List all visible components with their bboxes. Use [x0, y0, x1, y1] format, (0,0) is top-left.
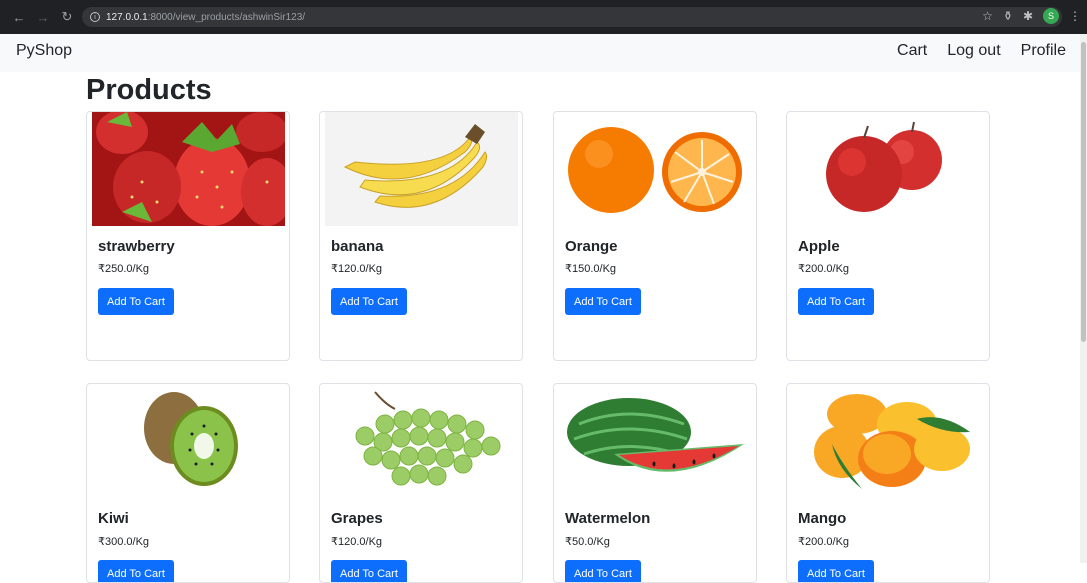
mango-image [792, 384, 985, 498]
profile-avatar[interactable]: S [1043, 8, 1059, 24]
address-bar[interactable]: i 127.0.0.1:8000/view_products/ashwinSir… [82, 7, 1062, 27]
brand-link[interactable]: PyShop [16, 42, 72, 60]
nav-link-logout[interactable]: Log out [947, 42, 1000, 60]
product-name: Orange [565, 238, 618, 255]
product-price: ₹200.0/Kg [798, 536, 850, 548]
url-path: :8000/view_products/ashwinSir123/ [147, 11, 306, 23]
puzzle-extensions-icon[interactable]: ✱ [1023, 9, 1033, 23]
nav-link-cart[interactable]: Cart [897, 42, 927, 60]
product-card: Orange ₹150.0/Kg Add To Cart [553, 111, 757, 361]
product-price: ₹200.0/Kg [798, 263, 850, 275]
product-name: banana [331, 238, 384, 255]
reload-icon[interactable]: ↻ [56, 6, 78, 28]
product-card: Grapes ₹120.0/Kg Add To Cart [319, 383, 523, 583]
kiwi-image [92, 384, 285, 498]
product-price: ₹250.0/Kg [98, 263, 150, 275]
product-name: Kiwi [98, 510, 129, 527]
add-to-cart-button[interactable]: Add To Cart [331, 288, 407, 315]
product-price: ₹150.0/Kg [565, 263, 617, 275]
orange-image [559, 112, 752, 226]
back-arrow-icon[interactable]: ← [8, 6, 30, 28]
nav-links: Cart Log out Profile [897, 42, 1066, 60]
browser-toolbar: ← → ↻ i 127.0.0.1:8000/view_products/ash… [0, 0, 1087, 34]
menu-dots-icon[interactable]: ⋮ [1069, 9, 1081, 23]
page-scrollbar[interactable] [1080, 34, 1087, 563]
apple-image [792, 112, 985, 226]
product-card: Kiwi ₹300.0/Kg Add To Cart [86, 383, 290, 583]
product-card: Mango ₹200.0/Kg Add To Cart [786, 383, 990, 583]
product-price: ₹50.0/Kg [565, 536, 610, 548]
url-host: 127.0.0.1 [106, 11, 148, 23]
product-name: Apple [798, 238, 840, 255]
scrollbar-thumb[interactable] [1081, 42, 1086, 342]
add-to-cart-button[interactable]: Add To Cart [98, 288, 174, 315]
add-to-cart-button[interactable]: Add To Cart [565, 288, 641, 315]
product-price: ₹300.0/Kg [98, 536, 150, 548]
strawberry-image [92, 112, 285, 226]
page-title: Products [86, 74, 212, 106]
product-price: ₹120.0/Kg [331, 263, 383, 275]
nav-link-profile[interactable]: Profile [1021, 42, 1066, 60]
grapes-image [325, 384, 518, 498]
add-to-cart-button[interactable]: Add To Cart [798, 560, 874, 582]
product-name: Grapes [331, 510, 383, 527]
product-name: Watermelon [565, 510, 651, 527]
add-to-cart-button[interactable]: Add To Cart [98, 560, 174, 582]
add-to-cart-button[interactable]: Add To Cart [331, 560, 407, 582]
product-card: Apple ₹200.0/Kg Add To Cart [786, 111, 990, 361]
product-name: Mango [798, 510, 847, 527]
add-to-cart-button[interactable]: Add To Cart [565, 560, 641, 582]
product-card: banana ₹120.0/Kg Add To Cart [319, 111, 523, 361]
site-info-icon[interactable]: i [90, 12, 100, 22]
forward-arrow-icon[interactable]: → [32, 6, 54, 28]
product-card: strawberry ₹250.0/Kg Add To Cart [86, 111, 290, 361]
browser-actions: ☆ ⚱ ✱ S ⋮ [982, 8, 1081, 24]
product-card: Watermelon ₹50.0/Kg Add To Cart [553, 383, 757, 583]
product-name: strawberry [98, 238, 175, 255]
watermelon-image [559, 384, 752, 498]
browser-nav-buttons: ← → ↻ [8, 6, 78, 28]
add-to-cart-button[interactable]: Add To Cart [798, 288, 874, 315]
banana-image [325, 112, 518, 226]
site-navbar: PyShop Cart Log out Profile [0, 34, 1080, 72]
bookmark-star-icon[interactable]: ☆ [982, 9, 993, 23]
extension-icon[interactable]: ⚱ [1003, 9, 1013, 23]
product-price: ₹120.0/Kg [331, 536, 383, 548]
